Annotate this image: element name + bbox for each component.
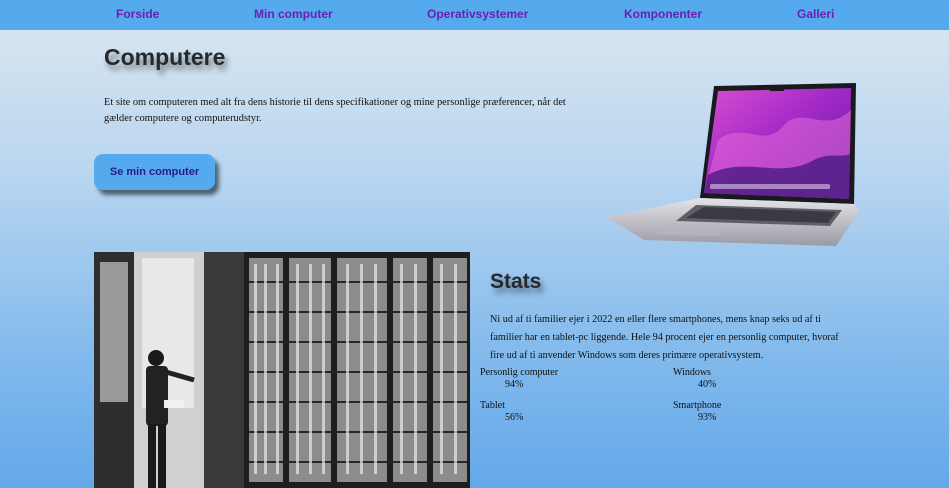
hero-description: Et site om computeren med alt fra dens h… — [104, 97, 566, 124]
stat-windows: Windows 40% — [673, 367, 716, 391]
mainframe-photo — [94, 252, 470, 488]
nav-link-komponenter[interactable]: Komponenter — [624, 7, 702, 21]
see-my-computer-button[interactable]: Se min computer — [94, 154, 215, 190]
stat-label: Smartphone — [673, 400, 722, 411]
stat-value: 40% — [698, 379, 717, 390]
stats-heading: Stats — [490, 270, 542, 293]
nav-link-galleri[interactable]: Galleri — [797, 7, 834, 21]
top-navbar: Forside Min computer Operativsystemer Ko… — [0, 0, 949, 30]
stat-label: Windows — [673, 367, 711, 378]
stat-value: 93% — [698, 412, 717, 423]
stat-smartphone: Smartphone 93% — [673, 400, 721, 424]
stat-value: 56% — [505, 412, 524, 423]
stat-label: Personlig computer — [480, 367, 559, 378]
stat-label: Tablet — [480, 400, 505, 411]
nav-link-min-computer[interactable]: Min computer — [254, 7, 333, 21]
nav-link-operativsystemer[interactable]: Operativsystemer — [427, 7, 528, 21]
laptop-image — [606, 83, 860, 246]
page-title: Computere — [104, 44, 226, 70]
stat-personal-computer: Personlig computer 94% — [480, 367, 558, 391]
nav-link-forside[interactable]: Forside — [116, 7, 159, 21]
stats-description: Ni ud af ti familier ejer i 2022 en elle… — [490, 314, 839, 361]
stat-tablet: Tablet 56% — [480, 400, 523, 424]
stat-value: 94% — [505, 379, 524, 390]
